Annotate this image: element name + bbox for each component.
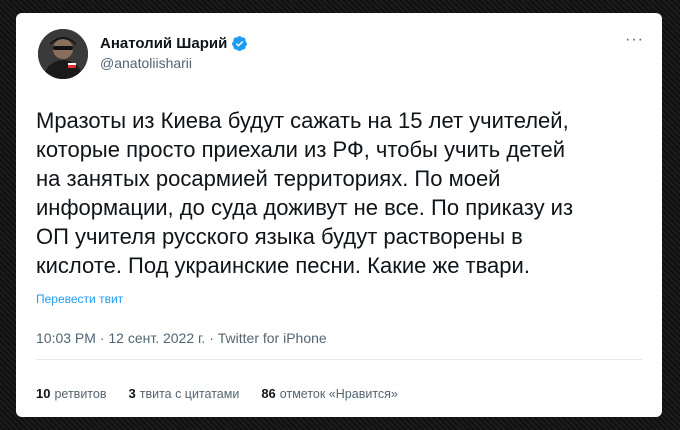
tweet-text: Мразоты из Киева будут сажать на 15 лет … xyxy=(36,108,574,278)
tweet-timestamp[interactable]: 10:03 PM · 12 сент. 2022 г. · Twitter fo… xyxy=(36,330,327,346)
quotes-count: 3 xyxy=(128,386,136,401)
retweets-stat[interactable]: 10 ретвитов xyxy=(36,386,106,401)
retweets-count: 10 xyxy=(36,386,51,401)
more-horizontal-icon[interactable]: ··· xyxy=(625,32,644,48)
author-name[interactable]: Анатолий Шарий xyxy=(100,35,227,52)
engagement-stats: 10 ретвитов 3 твита с цитатами 86 отметок «… xyxy=(36,386,398,401)
likes-label: отметок «Нравится» xyxy=(279,387,398,401)
divider xyxy=(36,359,642,360)
likes-stat[interactable]: 86 отметок «Нравится» xyxy=(261,386,398,401)
quotes-stat[interactable]: 3 твита с цитатами xyxy=(128,386,239,401)
quotes-label: твита с цитатами xyxy=(139,387,240,401)
avatar[interactable] xyxy=(38,29,88,79)
tweet-card: Анатолий Шарий @anatoliisharii ··· Мразо… xyxy=(16,13,662,417)
author-handle[interactable]: @anatoliisharii xyxy=(100,55,192,71)
verified-badge-icon xyxy=(231,35,248,52)
likes-count: 86 xyxy=(261,386,276,401)
avatar-image xyxy=(38,29,88,79)
retweets-label: ретвитов xyxy=(54,387,107,401)
translate-tweet-link[interactable]: Перевести твит xyxy=(36,292,123,306)
author-row: Анатолий Шарий xyxy=(100,33,248,53)
